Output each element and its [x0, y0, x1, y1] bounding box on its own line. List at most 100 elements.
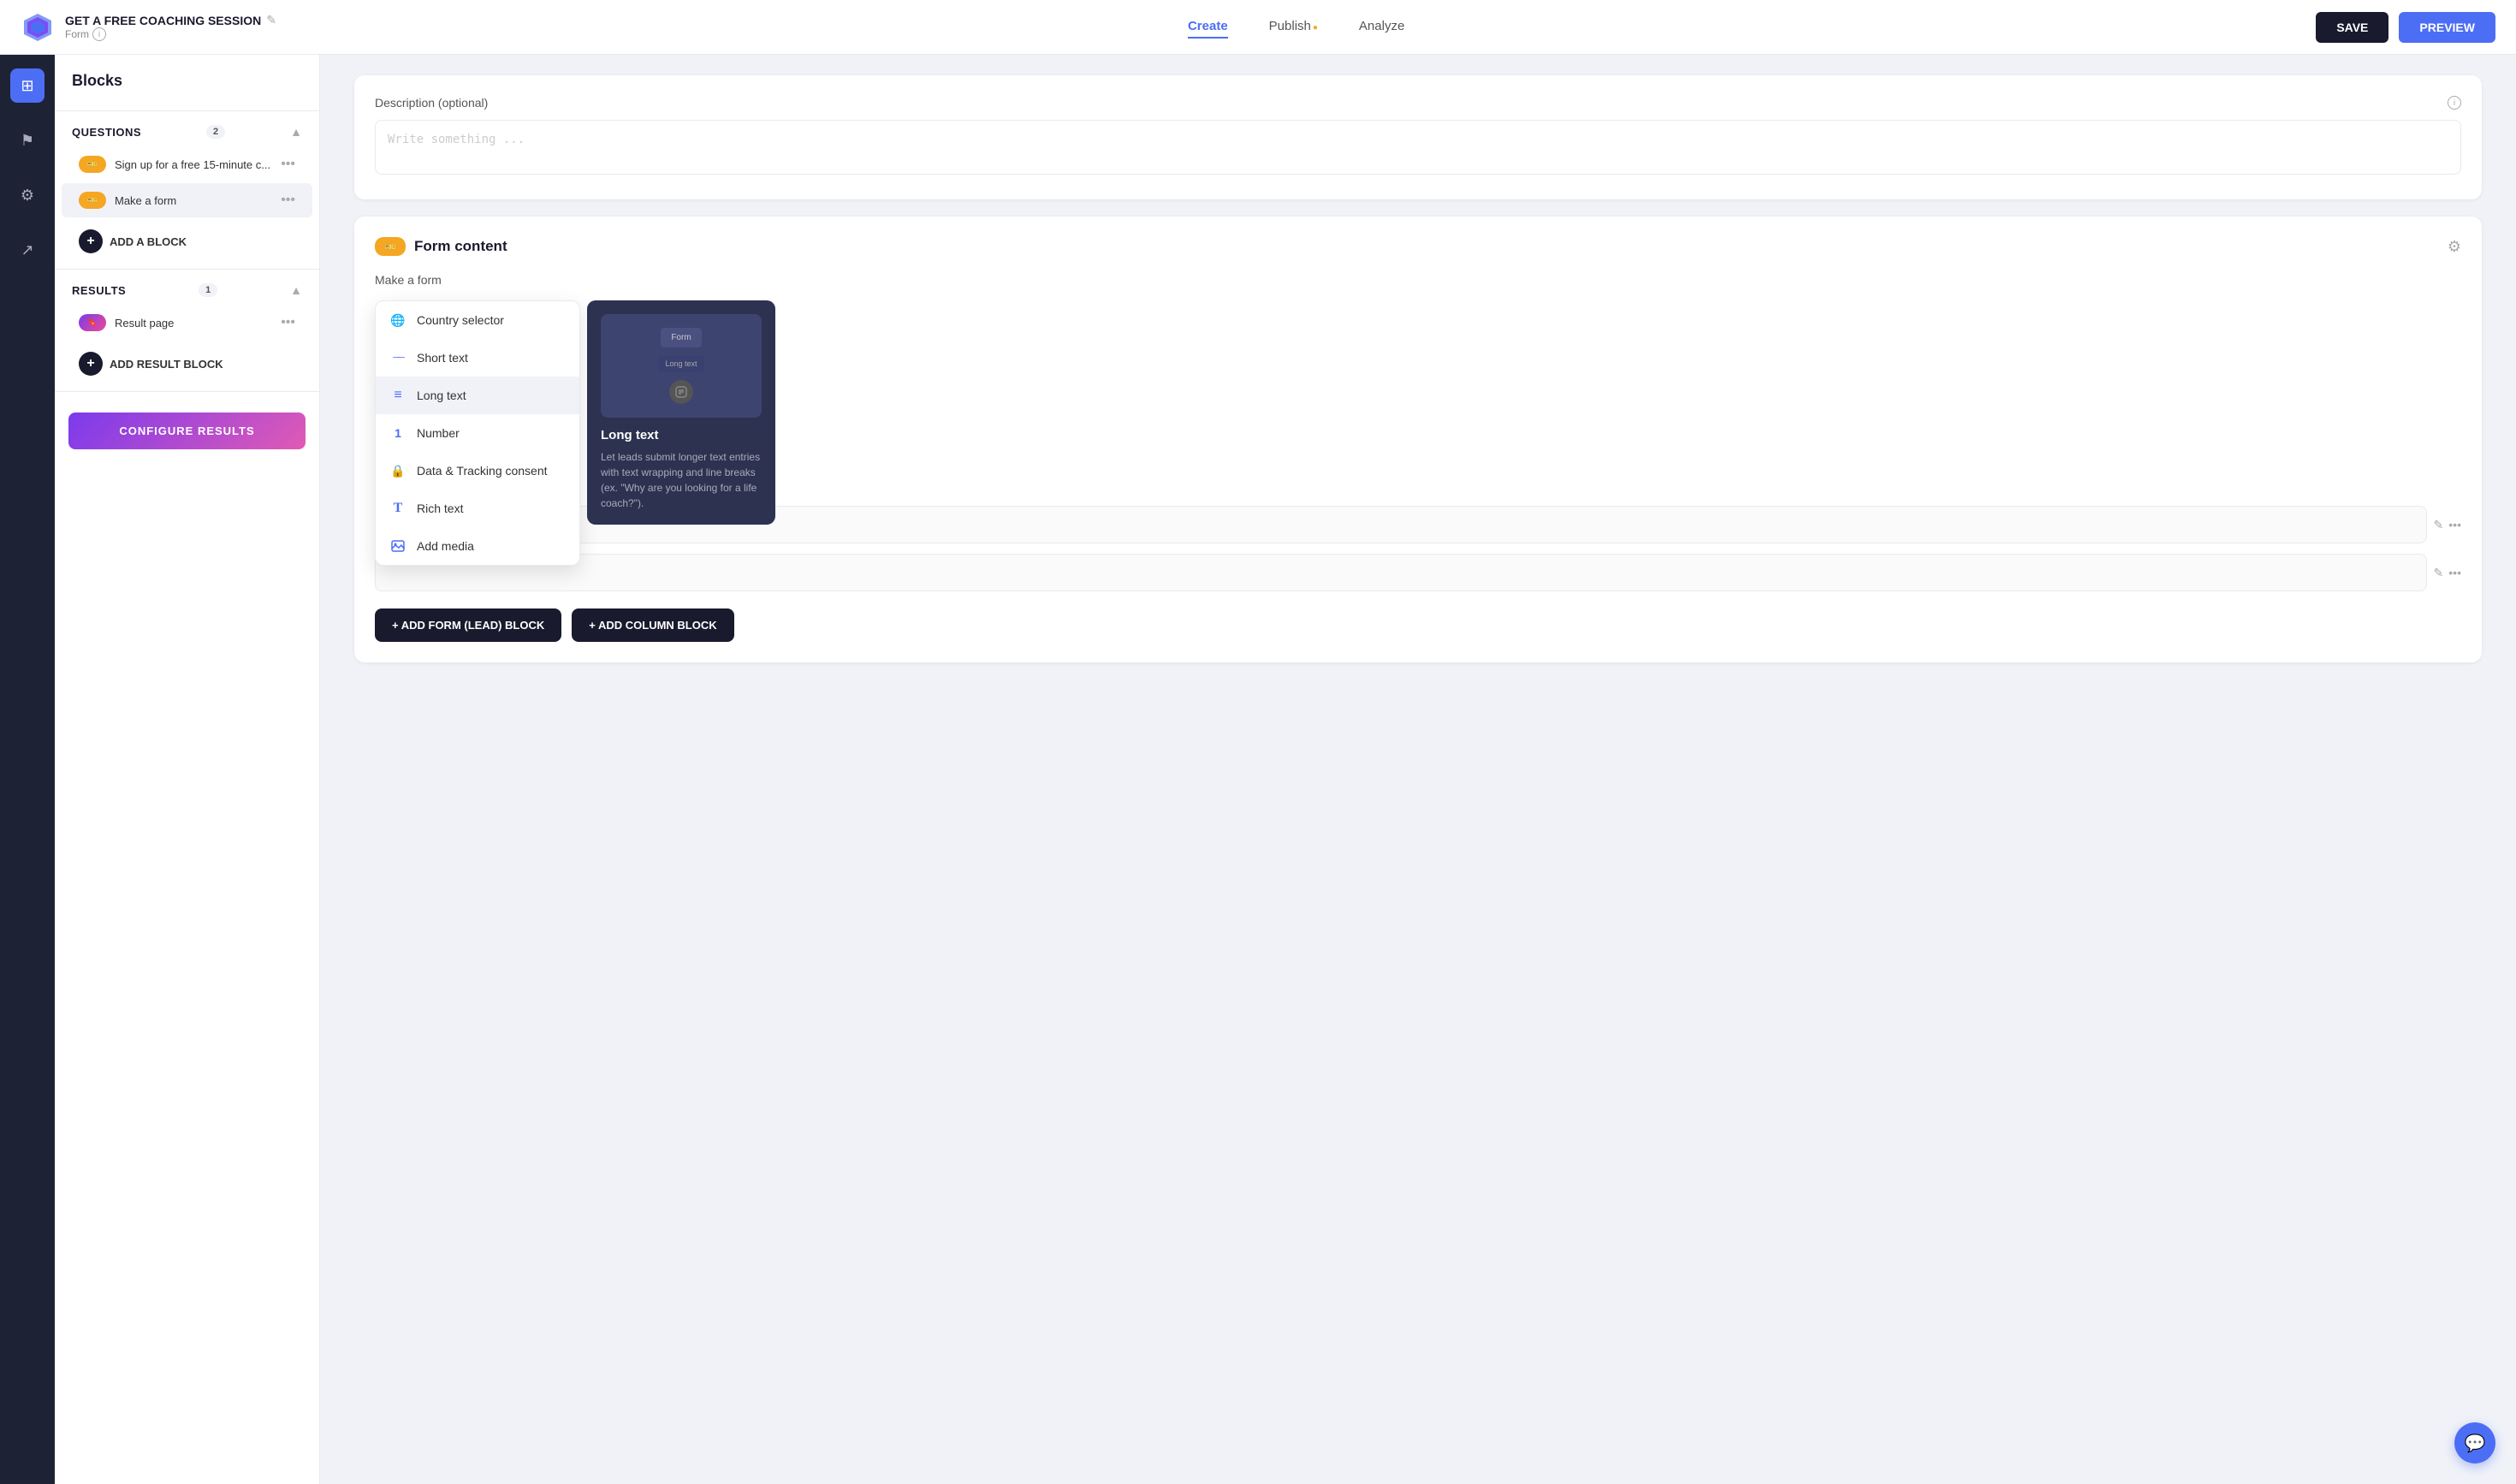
sidebar-icon-grid[interactable]: ⊞ [10, 68, 45, 103]
tooltip-title: Long text [601, 428, 762, 442]
nav-left: GET A FREE COACHING SESSION ✎ Form i [21, 10, 276, 45]
divider-3 [55, 391, 319, 392]
description-header: Description (optional) i [375, 96, 2461, 110]
publish-dot: ● [1313, 23, 1318, 33]
tab-publish[interactable]: Publish● [1269, 15, 1318, 39]
form-content-icon: 🎫 [375, 237, 406, 256]
block-menu-q1[interactable]: ••• [281, 157, 295, 172]
tooltip-preview-form-label: Form [661, 328, 701, 347]
questions-section-header[interactable]: Questions 2 ▲ [55, 118, 319, 145]
form-block-input-2[interactable] [375, 554, 2427, 591]
logo-icon [21, 10, 55, 45]
dropdown-item-data-tracking[interactable]: 🔒 Data & Tracking consent [376, 452, 579, 490]
form-content-card: 🎫 Form content ⚙ Make a form 🌐 Country s… [354, 217, 2482, 662]
dropdown-item-add-media[interactable]: Add media [376, 527, 579, 565]
tooltip-preview-icon [669, 380, 693, 404]
add-result-block-button[interactable]: + ADD RESULT BLOCK [62, 343, 312, 384]
form-block-edit-2[interactable]: ✎ [2434, 566, 2444, 580]
sidebar-icon-flag[interactable]: ⚑ [10, 123, 45, 157]
description-label: Description (optional) [375, 96, 488, 110]
main-content: Description (optional) i 🎫 Form content … [320, 55, 2516, 1484]
tooltip-preview-text-label: Long text [658, 356, 703, 371]
info-icon[interactable]: i [92, 27, 106, 41]
divider-2 [55, 269, 319, 270]
questions-badge: 2 [206, 125, 225, 139]
dropdown-item-country[interactable]: 🌐 Country selector [376, 301, 579, 339]
number-icon: 1 [389, 424, 406, 442]
block-text-q2: Make a form [115, 194, 272, 207]
form-footer: + ADD FORM (LEAD) BLOCK + ADD COLUMN BLO… [375, 608, 2461, 642]
tooltip-preview: Form Long text [601, 314, 762, 418]
edit-title-icon[interactable]: ✎ [266, 13, 276, 27]
blocks-title: Blocks [55, 72, 319, 104]
dropdown-item-number[interactable]: 1 Number [376, 414, 579, 452]
short-text-label: Short text [417, 351, 468, 365]
country-icon: 🌐 [389, 312, 406, 329]
results-label: Results [72, 284, 126, 297]
long-text-icon: ≡ [389, 387, 406, 404]
rich-text-icon: T [389, 500, 406, 517]
tab-create[interactable]: Create [1188, 15, 1228, 39]
long-text-tooltip: Form Long text [587, 300, 775, 525]
dropdown-item-long-text[interactable]: ≡ Long text [376, 377, 579, 414]
blocks-panel: Blocks Questions 2 ▲ 🎫 Sign up for a fre… [55, 55, 320, 1484]
country-label: Country selector [417, 313, 504, 327]
block-item-q2[interactable]: 🎫 Make a form ••• [62, 183, 312, 217]
questions-label: Questions [72, 126, 141, 139]
nav-right: SAVE PREVIEW [2316, 12, 2495, 43]
form-block-actions-1: ✎ ••• [2434, 518, 2461, 532]
configure-results-button[interactable]: CONFIGURE RESULTS [68, 413, 306, 449]
number-label: Number [417, 426, 460, 440]
block-item-r1[interactable]: 🔖 Result page ••• [62, 306, 312, 340]
add-block-button[interactable]: + ADD A BLOCK [62, 221, 312, 262]
questions-chevron: ▲ [290, 125, 302, 139]
sidebar-icon-share[interactable]: ↗ [10, 233, 45, 267]
block-text-q1: Sign up for a free 15-minute c... [115, 158, 272, 171]
chat-bubble[interactable]: 💬 [2454, 1422, 2495, 1463]
add-block-icon: + [79, 229, 103, 253]
block-menu-q2[interactable]: ••• [281, 193, 295, 208]
block-text-r1: Result page [115, 317, 272, 329]
preview-button[interactable]: PREVIEW [2399, 12, 2495, 43]
add-block-label: ADD A BLOCK [110, 235, 187, 248]
add-form-lead-block-button[interactable]: + ADD FORM (LEAD) BLOCK [375, 608, 561, 642]
add-result-block-icon: + [79, 352, 103, 376]
form-block-menu-1[interactable]: ••• [2448, 518, 2461, 532]
add-media-icon [389, 537, 406, 555]
rich-text-label: Rich text [417, 502, 463, 515]
form-block-menu-2[interactable]: ••• [2448, 566, 2461, 580]
block-icon-r1: 🔖 [79, 314, 106, 331]
block-menu-r1[interactable]: ••• [281, 315, 295, 330]
dropdown-item-short-text[interactable]: ── Short text [376, 339, 579, 377]
form-gear-icon[interactable]: ⚙ [2448, 238, 2461, 256]
save-button[interactable]: SAVE [2316, 12, 2388, 43]
data-tracking-icon: 🔒 [389, 462, 406, 479]
dropdown-item-rich-text[interactable]: T Rich text [376, 490, 579, 527]
make-form-label: Make a form [375, 273, 2461, 287]
dropdown-menu: 🌐 Country selector ── Short text ≡ Long … [375, 300, 580, 566]
block-icon-q2: 🎫 [79, 192, 106, 209]
results-chevron: ▲ [290, 283, 302, 297]
form-block-actions-2: ✎ ••• [2434, 566, 2461, 580]
results-section-header[interactable]: Results 1 ▲ [55, 276, 319, 304]
tooltip-description: Let leads submit longer text entries wit… [601, 449, 762, 511]
app-title: GET A FREE COACHING SESSION [65, 14, 261, 27]
add-column-block-button[interactable]: + ADD COLUMN BLOCK [572, 608, 733, 642]
block-item-q1[interactable]: 🎫 Sign up for a free 15-minute c... ••• [62, 147, 312, 181]
short-text-icon: ── [389, 349, 406, 366]
nav-tabs: Create Publish● Analyze [1188, 15, 1404, 39]
description-info-icon[interactable]: i [2448, 96, 2461, 110]
block-icon-q1: 🎫 [79, 156, 106, 173]
app-subtitle: Form i [65, 27, 276, 41]
sidebar-icon-gear[interactable]: ⚙ [10, 178, 45, 212]
tab-analyze[interactable]: Analyze [1359, 15, 1404, 39]
form-content-title: Form content [414, 238, 2439, 255]
data-tracking-label: Data & Tracking consent [417, 464, 548, 478]
add-result-block-label: ADD RESULT BLOCK [110, 358, 223, 371]
form-block-row-2: ✎ ••• [375, 554, 2461, 591]
divider-1 [55, 110, 319, 111]
form-block-edit-1[interactable]: ✎ [2434, 518, 2444, 532]
long-text-label: Long text [417, 389, 466, 402]
description-card: Description (optional) i [354, 75, 2482, 199]
description-input[interactable] [375, 120, 2461, 175]
